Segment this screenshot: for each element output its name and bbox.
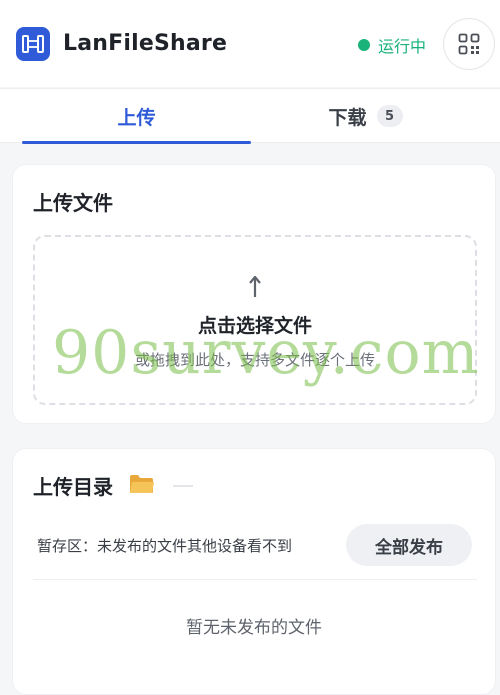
tab-download-label: 下载 [328,106,367,129]
upload-directory-card: 上传目录 暂存区：未发布的文件其他设备看不到 全部发布 暂无未发布的文件 [12,448,496,695]
file-dropzone[interactable]: 点击选择文件 或拖拽到此处，支持多文件逐个上传 [33,235,477,405]
status-dot-icon [358,39,370,51]
transfer-logo-icon [16,26,50,61]
directory-path-placeholder [173,485,193,487]
server-status: 运行中 [358,33,426,57]
download-count-badge: 5 [376,105,403,127]
directory-card-title: 上传目录 [33,475,113,499]
staging-area-notice: 暂存区：未发布的文件其他设备看不到 [37,537,293,555]
upload-card-title: 上传文件 [33,191,113,215]
upload-card: 上传文件 点击选择文件 或拖拽到此处，支持多文件逐个上传 [12,164,496,424]
qr-code-icon [458,33,480,55]
publish-all-button[interactable]: 全部发布 [346,524,472,566]
dropzone-title: 点击选择文件 [197,315,312,337]
dropzone-hint: 或拖拽到此处，支持多文件逐个上传 [134,351,375,369]
tab-download[interactable]: 下载 5 [251,89,480,143]
tab-upload[interactable]: 上传 [22,89,251,144]
status-text: 运行中 [378,37,427,56]
qr-code-button[interactable] [443,18,495,70]
tab-upload-label: 上传 [117,106,156,129]
tab-bar: 上传 下载 5 [0,88,500,144]
upload-arrow-icon [35,275,475,303]
empty-state-text: 暂无未发布的文件 [186,618,322,638]
divider [33,579,477,580]
folder-icon [129,473,155,499]
app-title: LanFileShare [63,31,228,56]
